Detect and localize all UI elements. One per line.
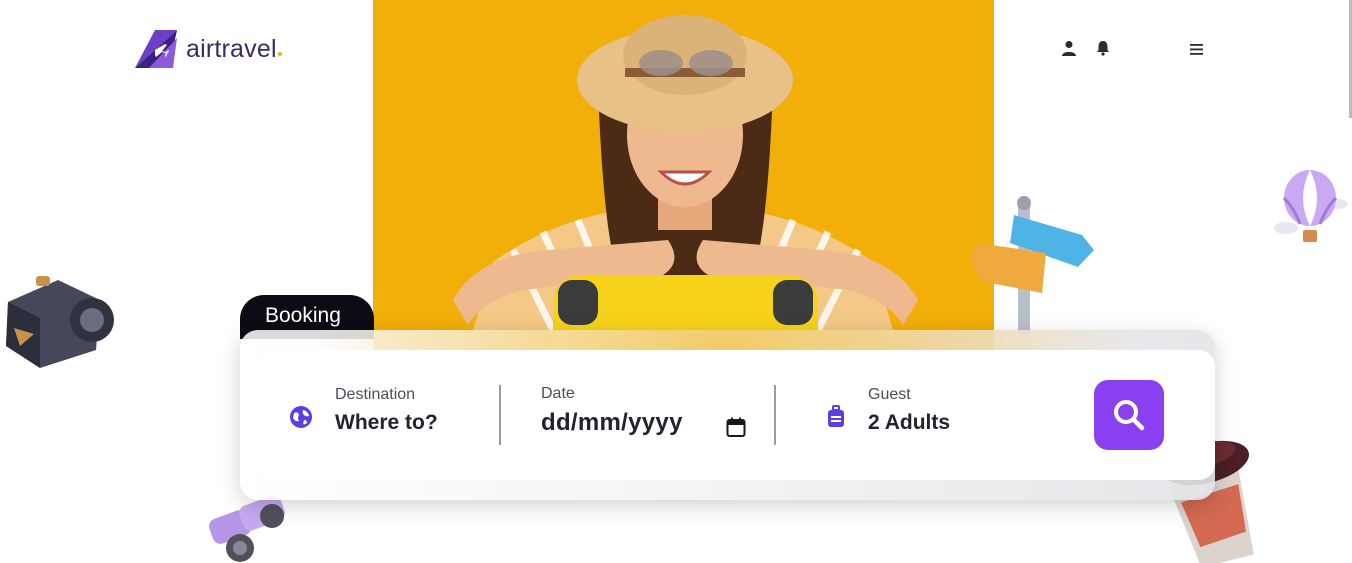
guest-input[interactable]: 2 Adults [868, 411, 950, 435]
header-actions [1060, 39, 1112, 57]
destination-field[interactable]: Destination Where to? [335, 386, 438, 435]
booking-form: Destination Where to? Date dd/mm/yyyy Gu… [260, 350, 1215, 480]
date-input[interactable]: dd/mm/yyyy [541, 409, 683, 437]
bell-icon[interactable] [1094, 39, 1112, 57]
search-button[interactable] [1094, 380, 1164, 450]
hot-air-balloon-icon [1274, 170, 1348, 242]
search-icon [1114, 400, 1145, 431]
user-icon[interactable] [1060, 39, 1078, 57]
date-label: Date [541, 385, 575, 402]
logo-plane-icon [135, 30, 177, 68]
brand-name: airtravel [186, 35, 282, 64]
brand-logo[interactable]: airtravel [135, 30, 282, 68]
guest-label: Guest [868, 386, 911, 403]
binoculars-icon [209, 496, 285, 562]
guest-field[interactable]: Guest 2 Adults [868, 386, 950, 435]
luggage-icon [828, 405, 844, 427]
field-divider [774, 385, 776, 445]
calendar-icon[interactable] [726, 417, 746, 437]
date-field[interactable]: Date dd/mm/yyyy [541, 385, 683, 437]
camera-icon [6, 276, 114, 368]
globe-icon [290, 406, 312, 428]
destination-label: Destination [335, 386, 416, 403]
hamburger-menu-icon[interactable] [1188, 40, 1206, 58]
signpost-icon [970, 196, 1094, 335]
field-divider [499, 385, 501, 445]
destination-input[interactable]: Where to? [335, 411, 438, 435]
